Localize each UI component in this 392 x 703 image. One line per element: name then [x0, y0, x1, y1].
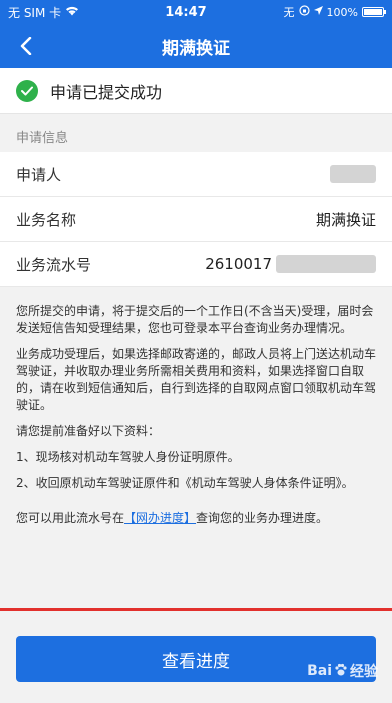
watermark-suffix: 经验 [350, 664, 378, 680]
serial-number-label: 业务流水号 [16, 255, 92, 274]
nav-bar: 期满换证 [0, 24, 392, 68]
network-flag: 无 [283, 6, 295, 19]
business-name-label: 业务名称 [16, 210, 77, 229]
back-button[interactable] [12, 32, 40, 60]
progress-query-link[interactable]: 【网办进度】 [124, 511, 196, 525]
orientation-lock-icon [298, 5, 310, 19]
battery-icon [362, 7, 386, 17]
chevron-left-icon [20, 37, 32, 55]
notice-paragraph-1: 您所提交的申请，将于提交后的一个工作日(不含当天)受理，届时会发送短信告知受理结… [16, 304, 374, 335]
notice-paragraph-2: 业务成功受理后，如果选择邮政寄递的，邮政人员将上门送达机动车驾驶证，并收取办理业… [16, 347, 377, 412]
status-left: 无 SIM 卡 [8, 4, 138, 21]
serial-number-text: 2610017 [205, 255, 272, 273]
status-time: 14:47 [165, 4, 207, 20]
business-name-value: 期满换证 [315, 210, 376, 229]
info-row-business-name: 业务名称 期满换证 [0, 197, 392, 242]
status-right: 无 100% [234, 4, 386, 20]
battery-level-fill [364, 9, 382, 15]
info-list: 申请人 业务名称 期满换证 业务流水号 2610017 [0, 152, 392, 287]
notice-paragraph-4: 1、现场核对机动车驾驶人身份证明原件。 [16, 450, 240, 464]
serial-number-value: 2610017 [205, 255, 376, 273]
page-title: 期满换证 [162, 38, 230, 59]
battery-percent: 100% [326, 5, 358, 19]
paw-icon [334, 663, 348, 680]
notice-text: 您所提交的申请，将于提交后的一个工作日(不含当天)受理，届时会发送短信告知受理结… [0, 294, 392, 527]
watermark-brand: Bai [307, 663, 332, 679]
applicant-label: 申请人 [16, 165, 62, 184]
applicant-value [330, 165, 376, 183]
wifi-icon [65, 5, 79, 19]
success-message: 申请已提交成功 [50, 82, 163, 102]
section-header: 申请信息 [0, 122, 392, 150]
notice-paragraph-5: 2、收回原机动车驾驶证原件和《机动车驾驶人身体条件证明》。 [16, 476, 354, 490]
notice-paragraph-3: 请您提前准备好以下资料： [16, 424, 161, 438]
notice-link-suffix: 查询您的业务办理进度。 [196, 511, 329, 525]
redacted-applicant-name [330, 165, 376, 183]
baidu-watermark: Bai 经验 [307, 661, 378, 681]
red-divider [0, 608, 392, 611]
info-row-serial-number: 业务流水号 2610017 [0, 242, 392, 287]
success-banner: 申请已提交成功 [0, 68, 392, 114]
notice-link-prefix: 您可以用此流水号在 [16, 511, 125, 525]
info-row-applicant: 申请人 [0, 152, 392, 197]
check-circle-icon [16, 79, 38, 102]
redacted-serial-number [276, 255, 376, 273]
status-bar: 无 SIM 卡 14:47 无 100% [0, 0, 392, 24]
carrier-label: 无 SIM 卡 [8, 5, 62, 20]
notice-paragraph-6: 您可以用此流水号在【网办进度】查询您的业务办理进度。 [16, 510, 376, 527]
location-icon [313, 5, 323, 19]
